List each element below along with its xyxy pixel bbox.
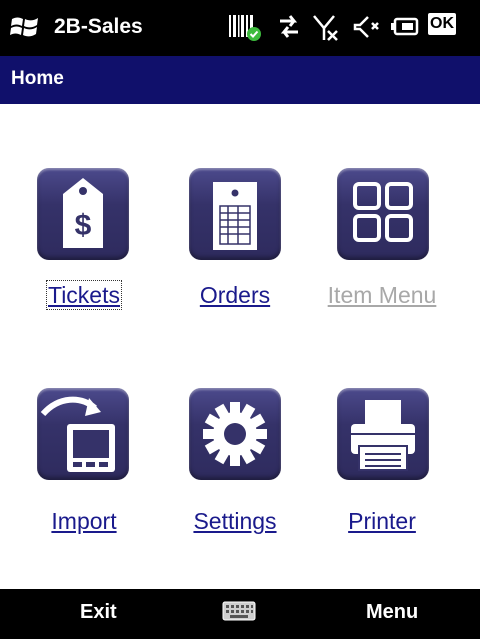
exit-softkey[interactable]: Exit [80, 601, 117, 624]
menu-softkey[interactable]: Menu [366, 601, 418, 624]
title-bar: Home [0, 56, 480, 104]
battery-icon [390, 13, 420, 46]
tile-tickets[interactable]: $ Tickets [9, 168, 159, 318]
orders-link[interactable]: Orders [160, 282, 310, 309]
tile-item-menu: Item Menu [307, 168, 457, 318]
item-menu-link: Item Menu [307, 282, 457, 309]
printer-icon [337, 388, 429, 480]
softkey-bar: Exit Menu [0, 589, 480, 639]
tile-settings[interactable]: Settings [160, 388, 310, 538]
tile-import[interactable]: Import [9, 388, 159, 538]
gear-icon [189, 388, 281, 480]
printer-label[interactable]: Printer [348, 508, 416, 534]
item-menu-label: Item Menu [327, 282, 437, 308]
tickets-label[interactable]: Tickets [46, 280, 122, 310]
no-signal-icon [312, 13, 340, 48]
grid-icon [337, 168, 429, 260]
connectivity-icon [276, 13, 302, 46]
price-tag-icon: $ [37, 168, 129, 260]
printer-link[interactable]: Printer [307, 508, 457, 535]
settings-label[interactable]: Settings [193, 508, 276, 534]
volume-mute-icon [352, 13, 380, 46]
status-left: 2B-Sales [10, 14, 143, 40]
tickets-link[interactable]: Tickets [9, 280, 159, 310]
order-form-icon [189, 168, 281, 260]
windows-start-icon[interactable] [10, 14, 40, 40]
import-device-icon [37, 388, 129, 480]
ok-button[interactable]: OK [428, 13, 456, 35]
settings-link[interactable]: Settings [160, 508, 310, 535]
page-title: Home [11, 68, 64, 89]
app-title: 2B-Sales [54, 15, 143, 38]
tile-printer[interactable]: Printer [307, 388, 457, 538]
keyboard-icon[interactable] [222, 600, 256, 627]
status-bar: 2B-Sales OK [0, 0, 480, 56]
import-link[interactable]: Import [9, 508, 159, 535]
import-label[interactable]: Import [51, 508, 116, 534]
orders-label[interactable]: Orders [200, 282, 270, 308]
barcode-icon [228, 13, 262, 48]
tile-orders[interactable]: Orders [160, 168, 310, 318]
svg-text:$: $ [75, 209, 92, 242]
